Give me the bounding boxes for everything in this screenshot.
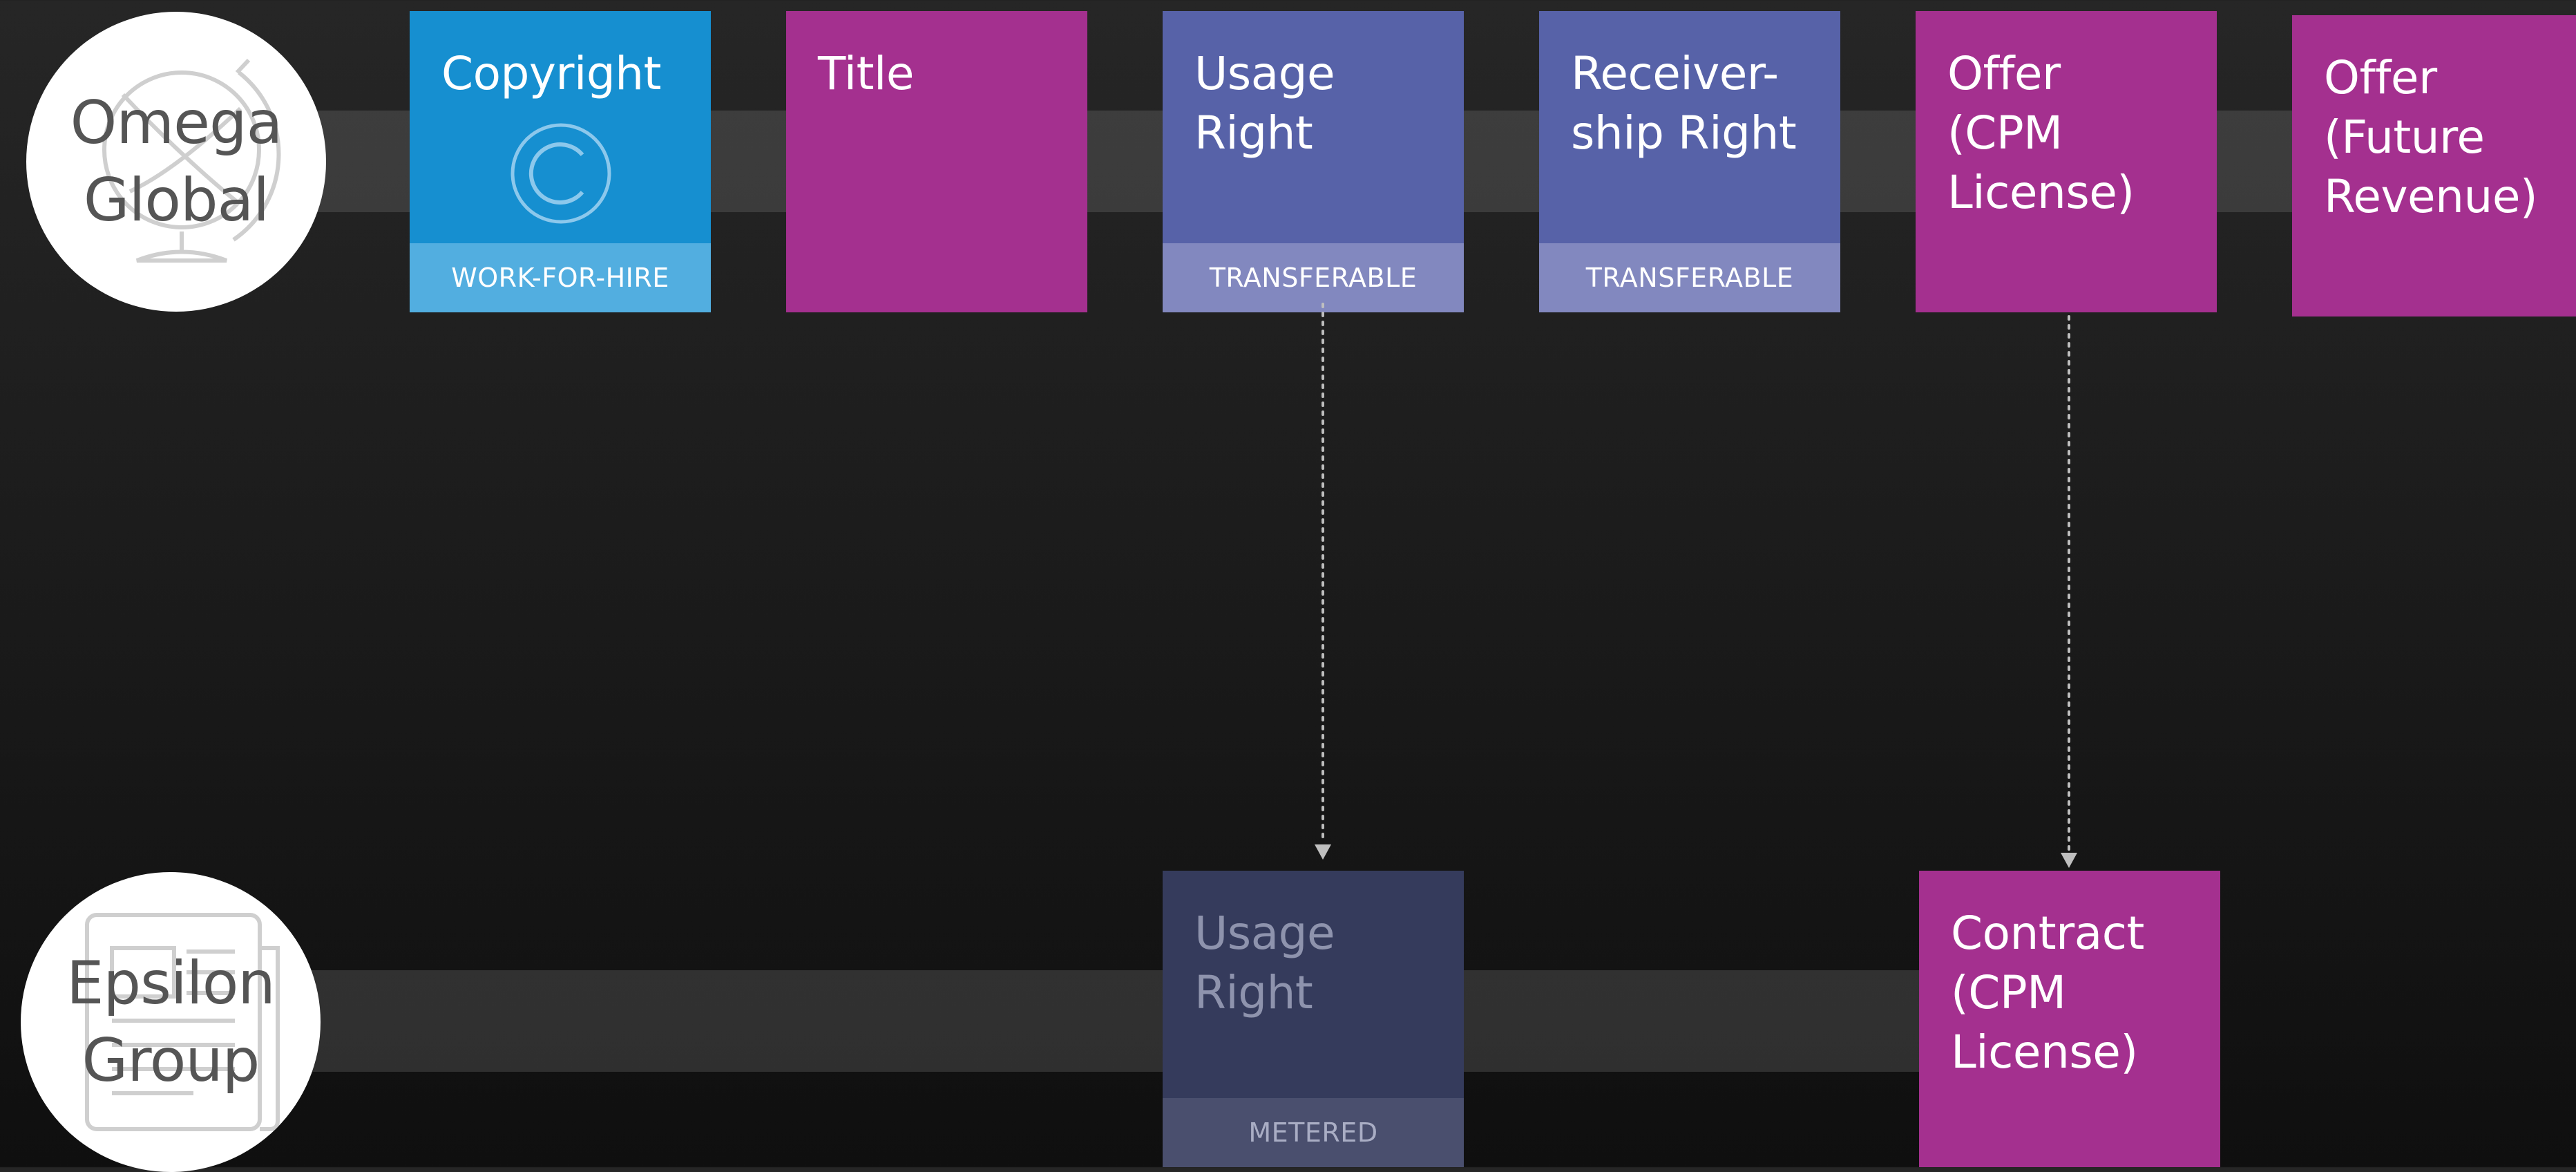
tile-usage-right-title: Usage Right <box>1194 47 1335 160</box>
tile-receivership-right-title: Receiver- ship Right <box>1571 47 1797 160</box>
entity-name-omega: Omega Global <box>70 88 283 235</box>
tile-title-title: Title <box>818 47 914 100</box>
tile-offer-cpm-license-title: Offer (CPM License) <box>1947 47 2135 219</box>
connector-usage-right <box>1315 303 1331 860</box>
tile-receivership-right-badge: TRANSFERABLE <box>1539 243 1840 312</box>
epsilon-group-lane <box>207 970 1920 1072</box>
tile-receivership-right[interactable]: Receiver- ship Right TRANSFERABLE <box>1539 11 1840 312</box>
tile-usage-right-metered-badge: METERED <box>1163 1098 1464 1167</box>
tile-title[interactable]: Title <box>786 11 1087 312</box>
copyright-icon <box>511 123 611 224</box>
tile-usage-right[interactable]: Usage Right TRANSFERABLE <box>1163 11 1464 312</box>
entity-epsilon-group[interactable]: Epsilon Group <box>21 872 321 1172</box>
tile-contract-cpm-license[interactable]: Contract (CPM License) <box>1919 871 2220 1167</box>
tile-contract-cpm-license-title: Contract (CPM License) <box>1951 907 2144 1079</box>
tile-usage-right-badge: TRANSFERABLE <box>1163 243 1464 312</box>
tile-usage-right-metered-title: Usage Right <box>1194 907 1335 1019</box>
connector-offer-to-contract <box>2061 315 2077 868</box>
tile-copyright[interactable]: Copyright WORK-FOR-HIRE <box>410 11 711 312</box>
tile-copyright-badge: WORK-FOR-HIRE <box>410 243 711 312</box>
entity-name-epsilon: Epsilon Group <box>66 949 276 1095</box>
tile-offer-cpm-license[interactable]: Offer (CPM License) <box>1916 11 2217 312</box>
tile-offer-future-revenue-title: Offer (Future Revenue) <box>2324 51 2538 223</box>
tile-offer-future-revenue[interactable]: Offer (Future Revenue) <box>2292 15 2576 316</box>
tile-usage-right-metered[interactable]: Usage Right METERED <box>1163 871 1464 1167</box>
tile-copyright-title: Copyright <box>441 47 662 100</box>
entity-omega-global[interactable]: Omega Global <box>26 12 326 312</box>
